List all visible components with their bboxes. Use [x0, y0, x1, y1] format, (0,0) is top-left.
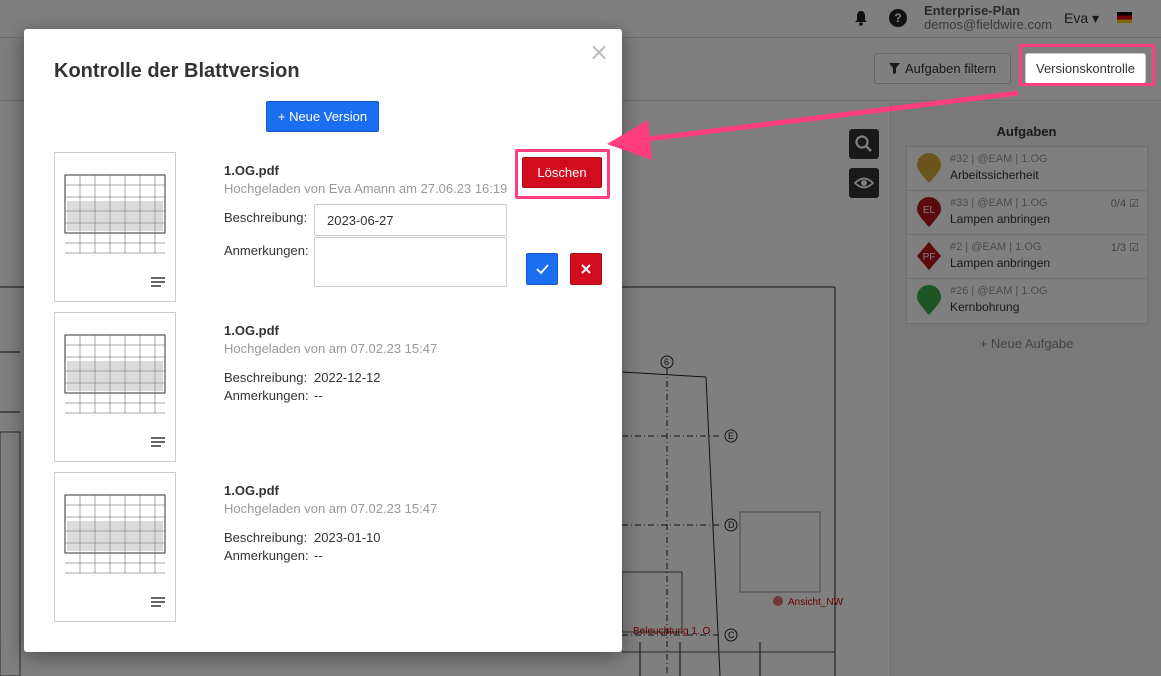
notes-label: Anmerkungen:	[224, 388, 309, 403]
save-edit-button[interactable]	[526, 253, 558, 285]
floor-plan-thumbnail-image	[64, 334, 166, 447]
version-control-highlight	[1019, 44, 1155, 86]
sheet-thumbnail[interactable]	[54, 152, 176, 302]
checkmark-icon	[536, 264, 549, 275]
notes-input[interactable]	[314, 237, 507, 287]
sheet-thumbnail[interactable]	[54, 312, 176, 462]
sheet-thumbnail[interactable]	[54, 472, 176, 622]
notes-value[interactable]: --	[314, 388, 323, 403]
version-file-name: 1.OG.pdf	[224, 483, 279, 498]
description-value[interactable]: 2022-12-12	[314, 370, 381, 385]
sheet-version-dialog: × Kontrolle der Blattversion + Neue Vers…	[24, 29, 622, 652]
description-label: Beschreibung:	[224, 530, 308, 545]
version-file-name: 1.OG.pdf	[224, 163, 279, 178]
close-icon	[581, 264, 591, 274]
cancel-edit-button[interactable]	[570, 253, 602, 285]
floor-plan-thumbnail-image	[64, 494, 166, 607]
delete-highlight	[515, 149, 610, 199]
floor-plan-thumbnail-image	[64, 174, 166, 287]
description-label: Beschreibung:	[224, 210, 308, 225]
version-upload-info: Hochgeladen von Eva Amann am 27.06.23 16…	[224, 181, 508, 196]
close-icon[interactable]: ×	[589, 40, 609, 64]
description-input[interactable]	[314, 204, 507, 236]
description-value[interactable]: 2023-01-10	[314, 530, 381, 545]
version-upload-info: Hochgeladen von am 07.02.23 15:47	[224, 501, 438, 516]
notes-label: Anmerkungen:	[224, 548, 309, 563]
notes-label: Anmerkungen:	[224, 243, 309, 258]
version-file-name: 1.OG.pdf	[224, 323, 279, 338]
dialog-title: Kontrolle der Blattversion	[54, 60, 300, 82]
version-upload-info: Hochgeladen von am 07.02.23 15:47	[224, 341, 438, 356]
new-version-button[interactable]: + Neue Version	[266, 101, 379, 132]
description-label: Beschreibung:	[224, 370, 308, 385]
notes-value[interactable]: --	[314, 548, 323, 563]
